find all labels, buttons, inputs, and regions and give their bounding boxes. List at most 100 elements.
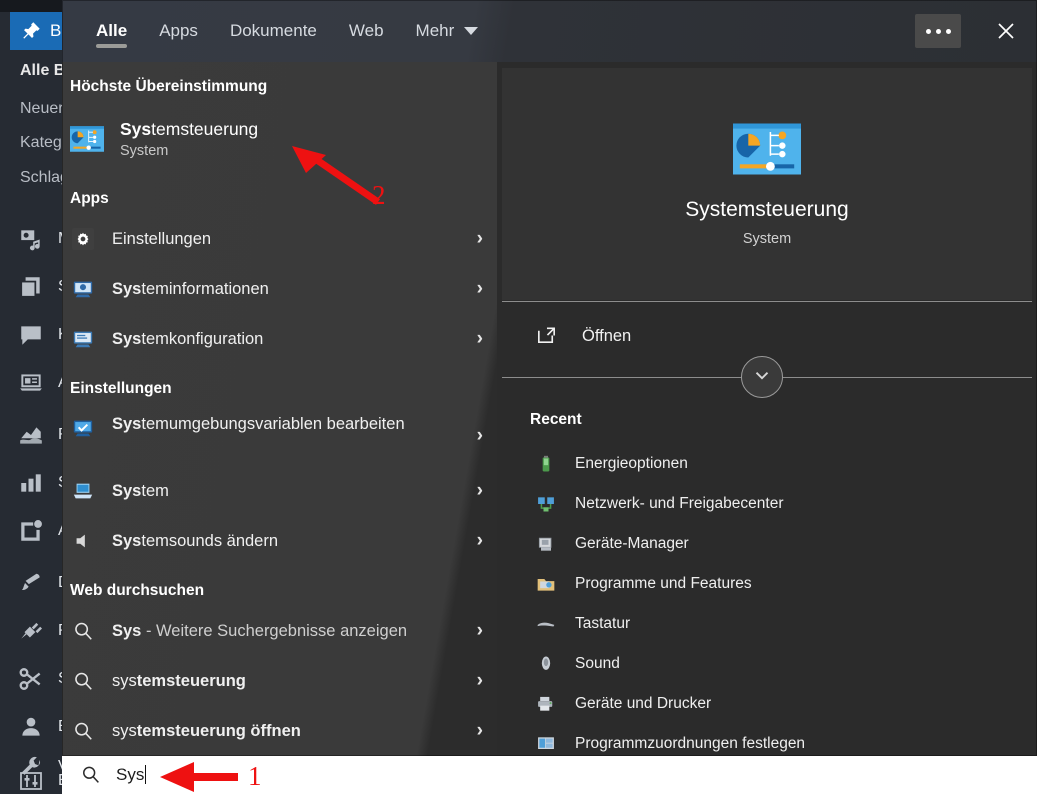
chevron-right-icon[interactable]: › bbox=[477, 480, 483, 502]
best-match-name-rest: temsteuerung bbox=[151, 119, 258, 139]
close-icon[interactable] bbox=[979, 9, 1033, 53]
system-config-icon bbox=[70, 326, 96, 352]
result-label: Sys - Weitere Suchergebnisse anzeigen bbox=[112, 620, 469, 642]
copy-icon bbox=[16, 272, 46, 302]
tab-alle[interactable]: Alle bbox=[80, 0, 143, 62]
chevron-right-icon[interactable]: › bbox=[477, 620, 483, 642]
result-row-systemsounds[interactable]: Systemsounds ändern › bbox=[62, 516, 497, 566]
annotation-label-2: 2 bbox=[372, 180, 386, 211]
header-actions bbox=[915, 0, 1037, 62]
control-panel-icon bbox=[70, 126, 104, 152]
chevron-right-icon[interactable]: › bbox=[477, 228, 483, 250]
programs-icon bbox=[535, 573, 557, 595]
network-icon bbox=[535, 493, 557, 515]
preview-card: Systemsteuerung System bbox=[502, 68, 1032, 300]
tab-apps[interactable]: Apps bbox=[143, 0, 214, 62]
preview-divider-top bbox=[502, 301, 1032, 302]
tab-mehr[interactable]: Mehr bbox=[400, 0, 495, 62]
group-title-apps: Apps bbox=[62, 190, 497, 208]
result-label-rest: tem bbox=[141, 482, 169, 500]
open-external-icon bbox=[534, 324, 560, 348]
system-settings-icon bbox=[70, 478, 96, 504]
result-label-rest: temsounds ändern bbox=[141, 532, 278, 550]
text-cursor bbox=[145, 765, 146, 784]
best-match-name: Systemsteuerung bbox=[120, 119, 258, 140]
device-manager-icon bbox=[535, 533, 557, 555]
result-row-web-more[interactable]: Sys - Weitere Suchergebnisse anzeigen › bbox=[62, 606, 497, 656]
preview-open-label: Öffnen bbox=[582, 327, 631, 346]
recent-item-geraete-drucker[interactable]: Geräte und Drucker bbox=[502, 684, 1032, 724]
chevron-right-icon[interactable]: › bbox=[477, 425, 483, 447]
brush-icon bbox=[16, 568, 46, 598]
recent-item-label: Netzwerk- und Freigabecenter bbox=[575, 495, 784, 513]
recent-item-label: Tastatur bbox=[575, 615, 630, 633]
preview-title: Systemsteuerung bbox=[685, 198, 848, 222]
tab-dokumente[interactable]: Dokumente bbox=[214, 0, 333, 62]
result-row-systemkonfiguration[interactable]: Systemkonfiguration › bbox=[62, 314, 497, 364]
result-label: Einstellungen bbox=[112, 228, 469, 250]
result-label-bold: Sys bbox=[112, 415, 141, 433]
recent-item-netzwerk[interactable]: Netzwerk- und Freigabecenter bbox=[502, 484, 1032, 524]
best-match-name-bold: Sys bbox=[120, 119, 151, 139]
chevron-down-icon bbox=[751, 364, 773, 391]
search-input-value: Sys bbox=[116, 765, 146, 785]
media-icon bbox=[16, 224, 46, 254]
result-label-rest: teminformationen bbox=[141, 280, 268, 298]
defaults-icon bbox=[535, 733, 557, 755]
result-label-rest: temumgebungsvariablen bearbeiten bbox=[141, 415, 404, 433]
search-flyout: Alle Apps Dokumente Web Mehr bbox=[62, 0, 1037, 756]
recent-item-programme[interactable]: Programme und Features bbox=[502, 564, 1032, 604]
recent-item-sound[interactable]: Sound bbox=[502, 644, 1032, 684]
search-input[interactable]: Sys bbox=[62, 756, 1037, 794]
chevron-right-icon[interactable]: › bbox=[477, 328, 483, 350]
battery-icon bbox=[535, 453, 557, 475]
recent-item-label: Programmzuordnungen festlegen bbox=[575, 735, 805, 753]
tab-web[interactable]: Web bbox=[333, 0, 400, 62]
bar-chart-icon bbox=[16, 468, 46, 498]
result-label-prefix: sys bbox=[112, 722, 137, 740]
result-row-einstellungen[interactable]: Einstellungen › bbox=[62, 214, 497, 264]
result-row-system[interactable]: System › bbox=[62, 466, 497, 516]
result-label-suffix: temsteuerung bbox=[137, 672, 246, 690]
more-options-icon[interactable] bbox=[915, 14, 961, 48]
chart-area-icon bbox=[16, 420, 46, 450]
result-row-umgebungsvariablen[interactable]: Systemumgebungsvariablen bearbeiten › bbox=[62, 404, 497, 466]
preview-expander-button[interactable] bbox=[741, 356, 783, 398]
search-input-text: Sys bbox=[116, 765, 144, 784]
result-label: Systemumgebungsvariablen bearbeiten bbox=[112, 413, 469, 435]
scissors-icon bbox=[16, 664, 46, 694]
tab-label: Dokumente bbox=[230, 21, 317, 41]
preview-pane: Systemsteuerung System Öffnen Recent Ene… bbox=[497, 62, 1037, 756]
result-row-systeminformationen[interactable]: Systeminformationen › bbox=[62, 264, 497, 314]
best-match-row[interactable]: Systemsteuerung System bbox=[62, 108, 497, 170]
annotation-label-1: 1 bbox=[248, 761, 262, 792]
result-label-rest: - Weitere Suchergebnisse anzeigen bbox=[141, 622, 407, 640]
search-icon bbox=[70, 668, 96, 694]
tab-label: Apps bbox=[159, 21, 198, 41]
chevron-right-icon[interactable]: › bbox=[477, 530, 483, 552]
group-title-einstellungen: Einstellungen bbox=[62, 380, 497, 398]
search-tabs: Alle Apps Dokumente Web Mehr bbox=[62, 0, 494, 62]
result-row-web-systemsteuerung-oeffnen[interactable]: systemsteuerung öffnen › bbox=[62, 706, 497, 756]
chevron-right-icon[interactable]: › bbox=[477, 720, 483, 742]
recent-item-geraete-manager[interactable]: Geräte-Manager bbox=[502, 524, 1032, 564]
laptop-icon bbox=[16, 368, 46, 398]
background-pinned-label: B bbox=[50, 21, 61, 41]
chevron-right-icon[interactable]: › bbox=[477, 278, 483, 300]
keyboard-icon bbox=[535, 613, 557, 635]
chevron-right-icon[interactable]: › bbox=[477, 670, 483, 692]
recent-item-energieoptionen[interactable]: Energieoptionen bbox=[502, 444, 1032, 484]
result-label-prefix: sys bbox=[112, 672, 137, 690]
recent-item-label: Programme und Features bbox=[575, 575, 752, 593]
result-label-bold: Sys bbox=[112, 330, 141, 348]
tab-active-underline bbox=[96, 44, 127, 48]
pin-icon bbox=[20, 20, 42, 42]
search-results-column: Höchste Übereinstimmung bbox=[62, 62, 497, 756]
result-label-bold: Sys bbox=[112, 622, 141, 640]
control-panel-icon bbox=[733, 122, 801, 176]
result-row-web-systemsteuerung[interactable]: systemsteuerung › bbox=[62, 656, 497, 706]
recent-item-tastatur[interactable]: Tastatur bbox=[502, 604, 1032, 644]
preview-subtitle: System bbox=[743, 231, 791, 247]
comment-icon bbox=[16, 320, 46, 350]
result-label: System bbox=[112, 480, 469, 502]
